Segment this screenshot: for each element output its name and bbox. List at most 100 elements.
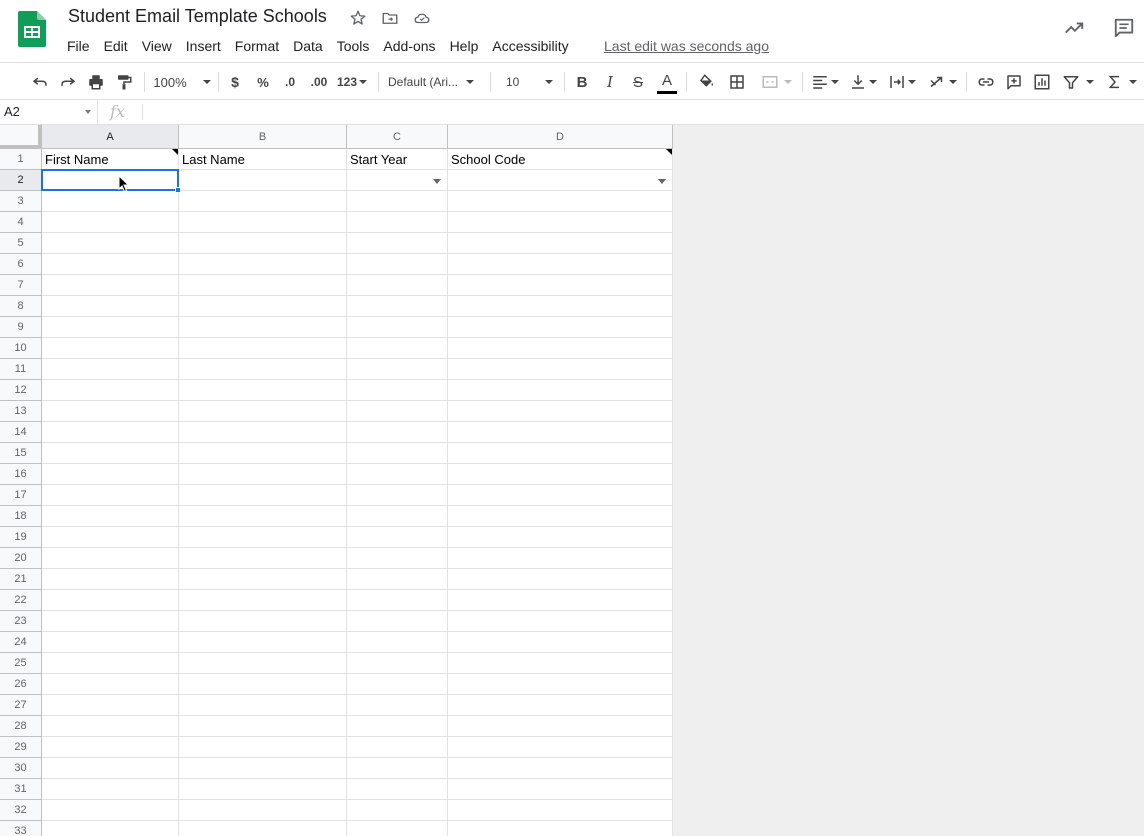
cell-c29[interactable] xyxy=(347,737,448,758)
decrease-decimals-button[interactable]: .0 xyxy=(278,63,302,101)
zoom-select[interactable]: 100% xyxy=(152,63,212,101)
row-header-17[interactable]: 17 xyxy=(0,485,42,506)
cell-c31[interactable] xyxy=(347,779,448,800)
increase-decimals-button[interactable]: .00 xyxy=(306,63,332,101)
menu-accessibility[interactable]: Accessibility xyxy=(485,36,575,56)
star-icon[interactable] xyxy=(348,8,368,28)
cell-c25[interactable] xyxy=(347,653,448,674)
cell-b16[interactable] xyxy=(179,464,347,485)
cell-a31[interactable] xyxy=(42,779,179,800)
row-header-29[interactable]: 29 xyxy=(0,737,42,758)
cell-b18[interactable] xyxy=(179,506,347,527)
cell-a4[interactable] xyxy=(42,212,179,233)
cell-a16[interactable] xyxy=(42,464,179,485)
cell-d21[interactable] xyxy=(448,569,673,590)
cell-d7[interactable] xyxy=(448,275,673,296)
cell-a10[interactable] xyxy=(42,338,179,359)
undo-icon[interactable] xyxy=(28,63,52,101)
row-header-27[interactable]: 27 xyxy=(0,695,42,716)
cell-a29[interactable] xyxy=(42,737,179,758)
cell-c6[interactable] xyxy=(347,254,448,275)
column-header-d[interactable]: D xyxy=(448,125,673,149)
cell-a22[interactable] xyxy=(42,590,179,611)
cell-b12[interactable] xyxy=(179,380,347,401)
cell-b14[interactable] xyxy=(179,422,347,443)
cell-d29[interactable] xyxy=(448,737,673,758)
cell-a14[interactable] xyxy=(42,422,179,443)
row-header-30[interactable]: 30 xyxy=(0,758,42,779)
cell-b31[interactable] xyxy=(179,779,347,800)
cell-b1[interactable]: Last Name xyxy=(179,149,347,170)
menu-addons[interactable]: Add-ons xyxy=(376,36,442,56)
cell-d9[interactable] xyxy=(448,317,673,338)
cell-d2[interactable] xyxy=(448,170,673,191)
cell-d6[interactable] xyxy=(448,254,673,275)
row-header-14[interactable]: 14 xyxy=(0,422,42,443)
cell-c7[interactable] xyxy=(347,275,448,296)
cell-a33[interactable] xyxy=(42,821,179,836)
cell-d1[interactable]: School Code xyxy=(448,149,673,170)
cell-d19[interactable] xyxy=(448,527,673,548)
font-family-select[interactable]: Default (Ari... xyxy=(388,63,484,101)
row-header-7[interactable]: 7 xyxy=(0,275,42,296)
text-rotation-icon[interactable] xyxy=(924,63,960,101)
cell-a19[interactable] xyxy=(42,527,179,548)
cell-a15[interactable] xyxy=(42,443,179,464)
cell-d23[interactable] xyxy=(448,611,673,632)
cell-d25[interactable] xyxy=(448,653,673,674)
trending-icon[interactable] xyxy=(1062,16,1086,40)
cell-b24[interactable] xyxy=(179,632,347,653)
column-header-a[interactable]: A xyxy=(42,125,179,149)
cell-b30[interactable] xyxy=(179,758,347,779)
cell-a1[interactable]: First Name xyxy=(42,149,179,170)
row-header-10[interactable]: 10 xyxy=(0,338,42,359)
row-header-23[interactable]: 23 xyxy=(0,611,42,632)
cell-b33[interactable] xyxy=(179,821,347,836)
cell-c10[interactable] xyxy=(347,338,448,359)
row-header-25[interactable]: 25 xyxy=(0,653,42,674)
cell-d28[interactable] xyxy=(448,716,673,737)
document-title[interactable]: Student Email Template Schools xyxy=(68,6,327,27)
cell-c26[interactable] xyxy=(347,674,448,695)
cell-c20[interactable] xyxy=(347,548,448,569)
cell-c17[interactable] xyxy=(347,485,448,506)
cell-d8[interactable] xyxy=(448,296,673,317)
row-header-15[interactable]: 15 xyxy=(0,443,42,464)
cell-a30[interactable] xyxy=(42,758,179,779)
cell-d24[interactable] xyxy=(448,632,673,653)
comments-icon[interactable] xyxy=(1112,16,1136,40)
cell-d32[interactable] xyxy=(448,800,673,821)
cell-d30[interactable] xyxy=(448,758,673,779)
cell-d20[interactable] xyxy=(448,548,673,569)
cell-c16[interactable] xyxy=(347,464,448,485)
cell-b17[interactable] xyxy=(179,485,347,506)
cell-c18[interactable] xyxy=(347,506,448,527)
cell-d11[interactable] xyxy=(448,359,673,380)
row-header-18[interactable]: 18 xyxy=(0,506,42,527)
cell-a5[interactable] xyxy=(42,233,179,254)
cell-c24[interactable] xyxy=(347,632,448,653)
row-header-5[interactable]: 5 xyxy=(0,233,42,254)
formula-input[interactable] xyxy=(150,104,1130,122)
cell-d22[interactable] xyxy=(448,590,673,611)
cell-d3[interactable] xyxy=(448,191,673,212)
cell-d4[interactable] xyxy=(448,212,673,233)
cell-c5[interactable] xyxy=(347,233,448,254)
cell-b28[interactable] xyxy=(179,716,347,737)
row-header-21[interactable]: 21 xyxy=(0,569,42,590)
cell-b13[interactable] xyxy=(179,401,347,422)
insert-comment-icon[interactable] xyxy=(1002,63,1026,101)
name-box[interactable]: A2 xyxy=(0,100,98,124)
row-header-26[interactable]: 26 xyxy=(0,674,42,695)
fill-color-icon[interactable] xyxy=(696,63,718,101)
cell-c28[interactable] xyxy=(347,716,448,737)
cell-c1[interactable]: Start Year xyxy=(347,149,448,170)
cell-b10[interactable] xyxy=(179,338,347,359)
cell-c23[interactable] xyxy=(347,611,448,632)
cell-b7[interactable] xyxy=(179,275,347,296)
row-header-9[interactable]: 9 xyxy=(0,317,42,338)
cell-d10[interactable] xyxy=(448,338,673,359)
menu-help[interactable]: Help xyxy=(443,36,486,56)
cell-c9[interactable] xyxy=(347,317,448,338)
row-header-16[interactable]: 16 xyxy=(0,464,42,485)
